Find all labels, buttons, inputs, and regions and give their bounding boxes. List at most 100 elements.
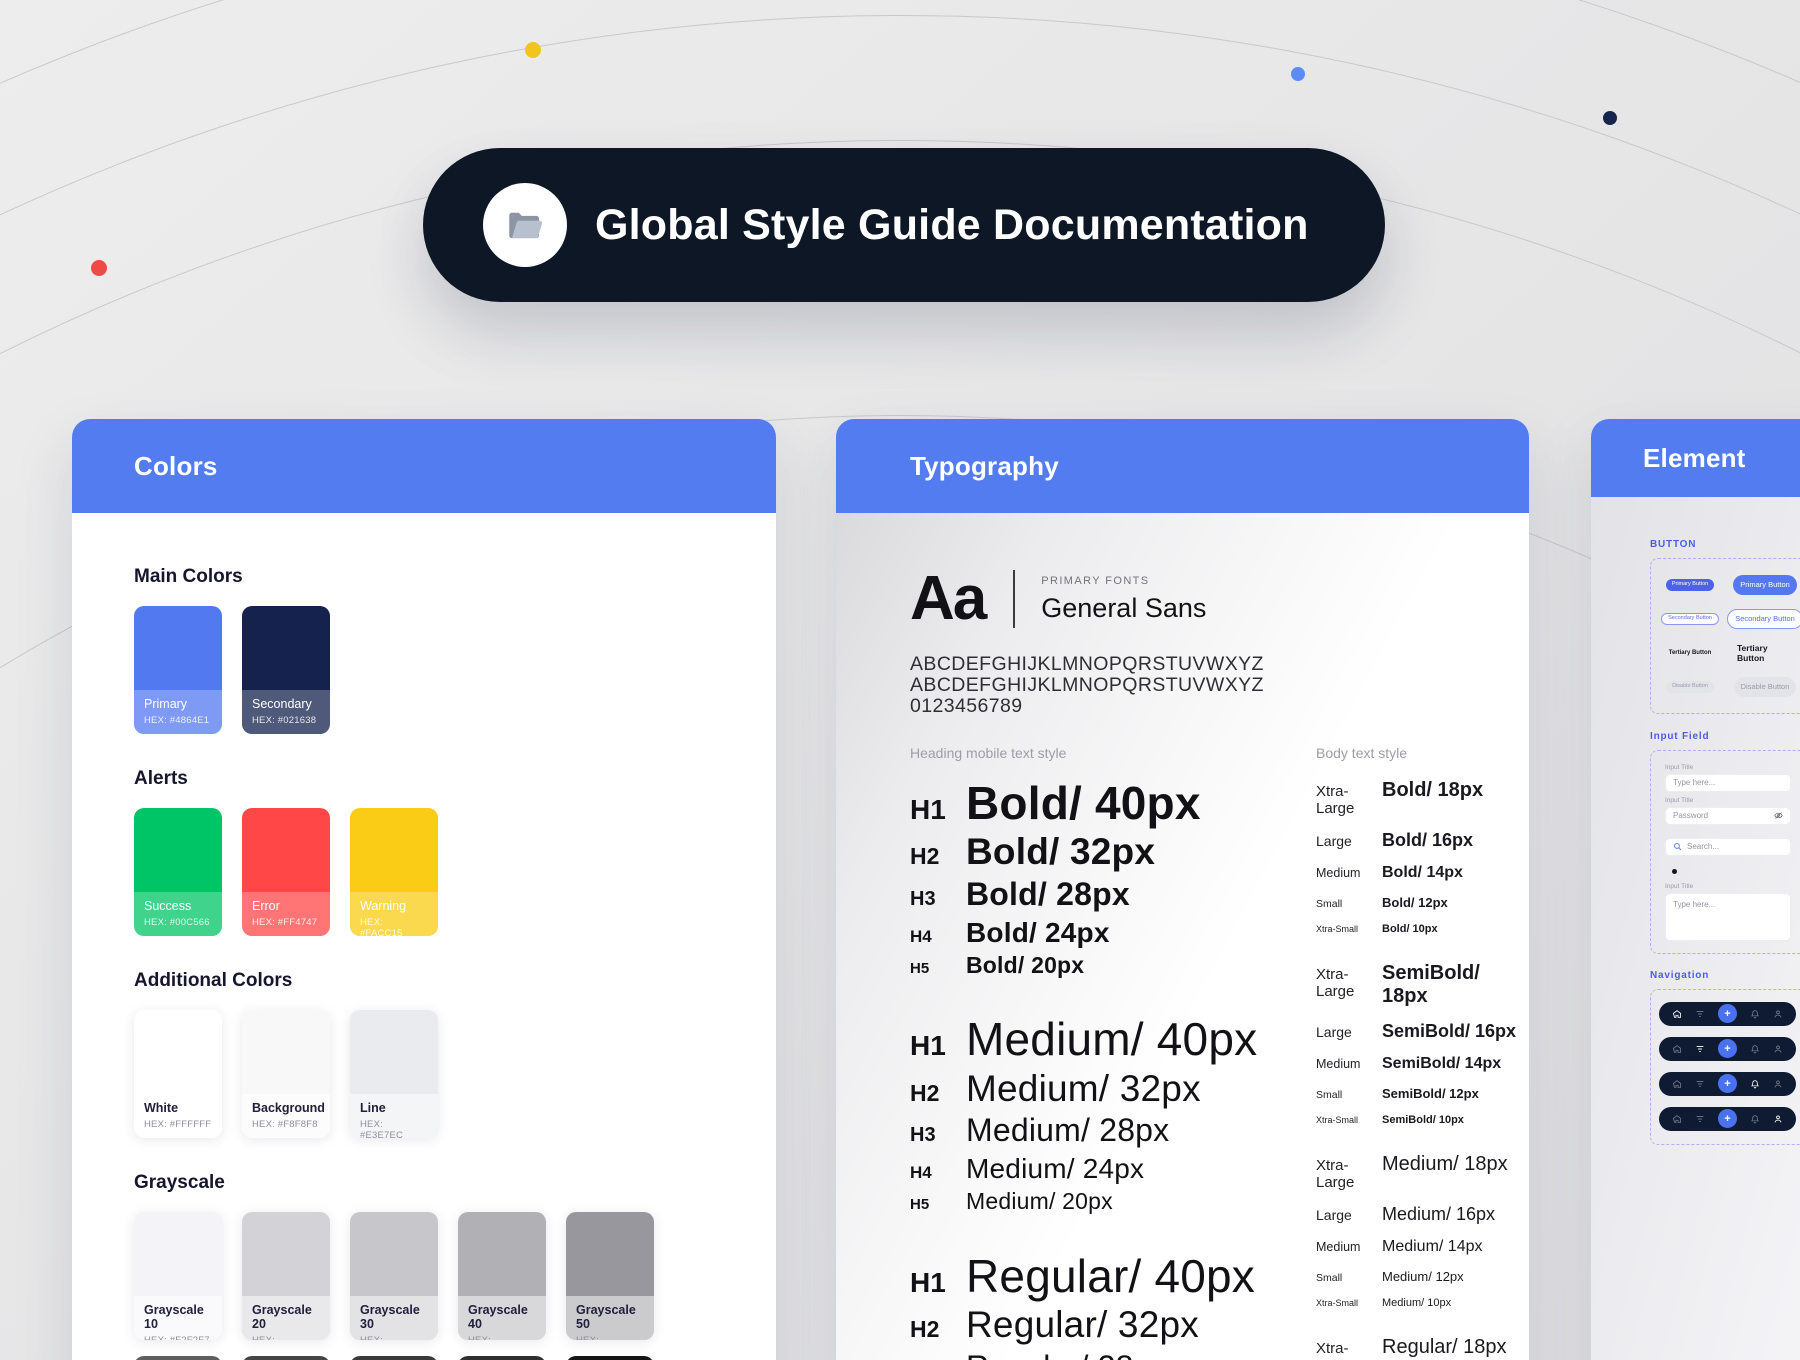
- navigation-section-label: Navigation: [1650, 970, 1800, 981]
- swatch-hex: HEX: #FF4747: [252, 917, 320, 928]
- heading-tag: H4: [910, 927, 966, 947]
- color-swatch: Line HEX: #E3E7EC: [350, 1010, 438, 1138]
- input-placeholder: Type here...: [1673, 778, 1715, 787]
- body-style-value: SemiBold/ 16px: [1382, 1021, 1516, 1042]
- alphabet-line-1: ABCDEFGHIJKLMNOPQRSTUVWXYZ: [910, 654, 1529, 675]
- swatch-name: Primary: [144, 697, 212, 711]
- color-swatch: [242, 1356, 330, 1360]
- heading-tag: H4: [910, 1163, 966, 1183]
- heading-style-value: Bold/ 28px: [966, 878, 1130, 912]
- swatch-label-band: Grayscale 20 HEX: #D1D1D6: [242, 1296, 330, 1340]
- swatch-name: Line: [360, 1101, 428, 1115]
- swatch-name: Secondary: [252, 697, 320, 711]
- swatch-label-band: Warning HEX: #FACC15: [350, 892, 438, 936]
- bottom-navigation-bar: +: [1659, 1037, 1796, 1061]
- disable-button-small: Disable Button: [1666, 681, 1714, 693]
- body-style-row: Medium SemiBold/ 14px: [1316, 1055, 1529, 1073]
- element-card-header: Element: [1591, 419, 1800, 497]
- swatch-hex: HEX: #FFFFFF: [144, 1119, 212, 1130]
- heading-style-row: H2 Medium/ 32px: [910, 1070, 1316, 1109]
- body-style-row: Small Bold/ 12px: [1316, 895, 1529, 910]
- body-size-tag: Large: [1316, 1024, 1382, 1040]
- color-swatch: Error HEX: #FF4747: [242, 808, 330, 936]
- secondary-button-small[interactable]: Secondary Button: [1661, 613, 1719, 626]
- plus-icon[interactable]: +: [1718, 1109, 1737, 1128]
- tertiary-button[interactable]: Tertiary Button: [1737, 643, 1793, 663]
- body-style-row: Large Bold/ 16px: [1316, 830, 1529, 851]
- search-icon: [1673, 842, 1682, 851]
- text-input[interactable]: Type here...: [1665, 774, 1791, 792]
- font-name: General Sans: [1041, 593, 1206, 624]
- section-title: Additional Colors: [134, 970, 714, 992]
- textarea-input[interactable]: Type here...: [1665, 893, 1791, 941]
- heading-style-row: H2 Regular/ 32px: [910, 1306, 1316, 1345]
- section-title: Grayscale: [134, 1172, 714, 1194]
- swatch-name: Success: [144, 899, 212, 913]
- swatch-label-band: Grayscale 40 HEX: #FFCD1A: [458, 1296, 546, 1340]
- colors-card: Colors Main Colors Primary HEX: #4864E1: [72, 419, 776, 1360]
- user-icon[interactable]: [1773, 1114, 1783, 1124]
- swatch-name: White: [144, 1101, 212, 1115]
- input-title-label: Input Title: [1665, 764, 1800, 771]
- filter-icon[interactable]: [1695, 1044, 1705, 1054]
- home-icon[interactable]: [1672, 1114, 1682, 1124]
- primary-button[interactable]: Primary Button: [1733, 575, 1797, 595]
- user-icon[interactable]: [1773, 1079, 1783, 1089]
- user-icon[interactable]: [1773, 1044, 1783, 1054]
- eye-off-icon[interactable]: [1774, 811, 1783, 820]
- bell-icon[interactable]: [1750, 1079, 1760, 1089]
- body-style-row: Medium Medium/ 14px: [1316, 1238, 1529, 1256]
- heading-style-row: H3 Bold/ 28px: [910, 878, 1316, 912]
- aa-specimen: Aa: [910, 568, 985, 630]
- body-style-value: SemiBold/ 12px: [1382, 1086, 1479, 1101]
- swatch-hex: HEX: #FFCD1A: [468, 1335, 536, 1340]
- swatch-hex: HEX: #FFCD1A: [576, 1335, 644, 1340]
- body-style-value: SemiBold/ 10px: [1382, 1114, 1464, 1126]
- plus-icon[interactable]: +: [1718, 1039, 1737, 1058]
- filter-icon[interactable]: [1695, 1114, 1705, 1124]
- heading-style-value: Bold/ 32px: [966, 833, 1155, 872]
- swatch-label-band: Secondary HEX: #021638: [242, 690, 330, 734]
- grayscale-section: Grayscale Grayscale 10 HEX: #F2F2F7: [134, 1172, 714, 1360]
- color-swatch: Grayscale 20 HEX: #D1D1D6: [242, 1212, 330, 1340]
- heading-style-value: Bold/ 20px: [966, 953, 1084, 977]
- additional-colors-section: Additional Colors White HEX: #FFFFFF: [134, 970, 714, 1138]
- color-swatch: Secondary HEX: #021638: [242, 606, 330, 734]
- body-size-tag: Medium: [1316, 1057, 1382, 1071]
- typography-card: Typography Aa PRIMARY FONTS General Sans…: [836, 419, 1529, 1360]
- home-icon[interactable]: [1672, 1009, 1682, 1019]
- typography-card-header: Typography: [836, 419, 1529, 513]
- tertiary-button-small[interactable]: Tertiary Button: [1669, 650, 1712, 656]
- heading-style-row: H3 Regular/ 28px: [910, 1351, 1316, 1360]
- radio-dot[interactable]: [1672, 869, 1677, 874]
- plus-icon[interactable]: +: [1718, 1074, 1737, 1093]
- element-card: Element BUTTON Primary Button Primary Bu…: [1591, 419, 1800, 1360]
- home-icon[interactable]: [1672, 1044, 1682, 1054]
- folder-icon: [483, 183, 567, 267]
- primary-button-small[interactable]: Primary Button: [1666, 579, 1714, 591]
- plus-icon[interactable]: +: [1718, 1004, 1737, 1023]
- swatch-name: Error: [252, 899, 320, 913]
- swatch-hex: HEX: #4864E1: [144, 715, 212, 726]
- digits-line: 0123456789: [910, 696, 1529, 717]
- password-placeholder: Password: [1673, 811, 1708, 820]
- secondary-button[interactable]: Secondary Button: [1727, 609, 1800, 630]
- filter-icon[interactable]: [1695, 1079, 1705, 1089]
- color-swatch: Primary HEX: #4864E1: [134, 606, 222, 734]
- body-style-row: Medium Bold/ 14px: [1316, 864, 1529, 882]
- password-input[interactable]: Password: [1665, 807, 1791, 825]
- bell-icon[interactable]: [1750, 1044, 1760, 1054]
- filter-icon[interactable]: [1695, 1009, 1705, 1019]
- body-style-row: Xtra-Small Medium/ 10px: [1316, 1297, 1529, 1309]
- bell-icon[interactable]: [1750, 1114, 1760, 1124]
- bottom-navigation-bar: +: [1659, 1107, 1796, 1131]
- user-icon[interactable]: [1773, 1009, 1783, 1019]
- heading-style-value: Regular/ 40px: [966, 1252, 1255, 1300]
- home-icon[interactable]: [1672, 1079, 1682, 1089]
- heading-style-row: H5 Bold/ 20px: [910, 953, 1316, 977]
- disable-button: Disable Button: [1734, 677, 1797, 697]
- search-input[interactable]: Search...: [1665, 838, 1791, 856]
- bell-icon[interactable]: [1750, 1009, 1760, 1019]
- body-style-row: Small SemiBold/ 12px: [1316, 1086, 1529, 1101]
- body-size-tag: Small: [1316, 1272, 1382, 1284]
